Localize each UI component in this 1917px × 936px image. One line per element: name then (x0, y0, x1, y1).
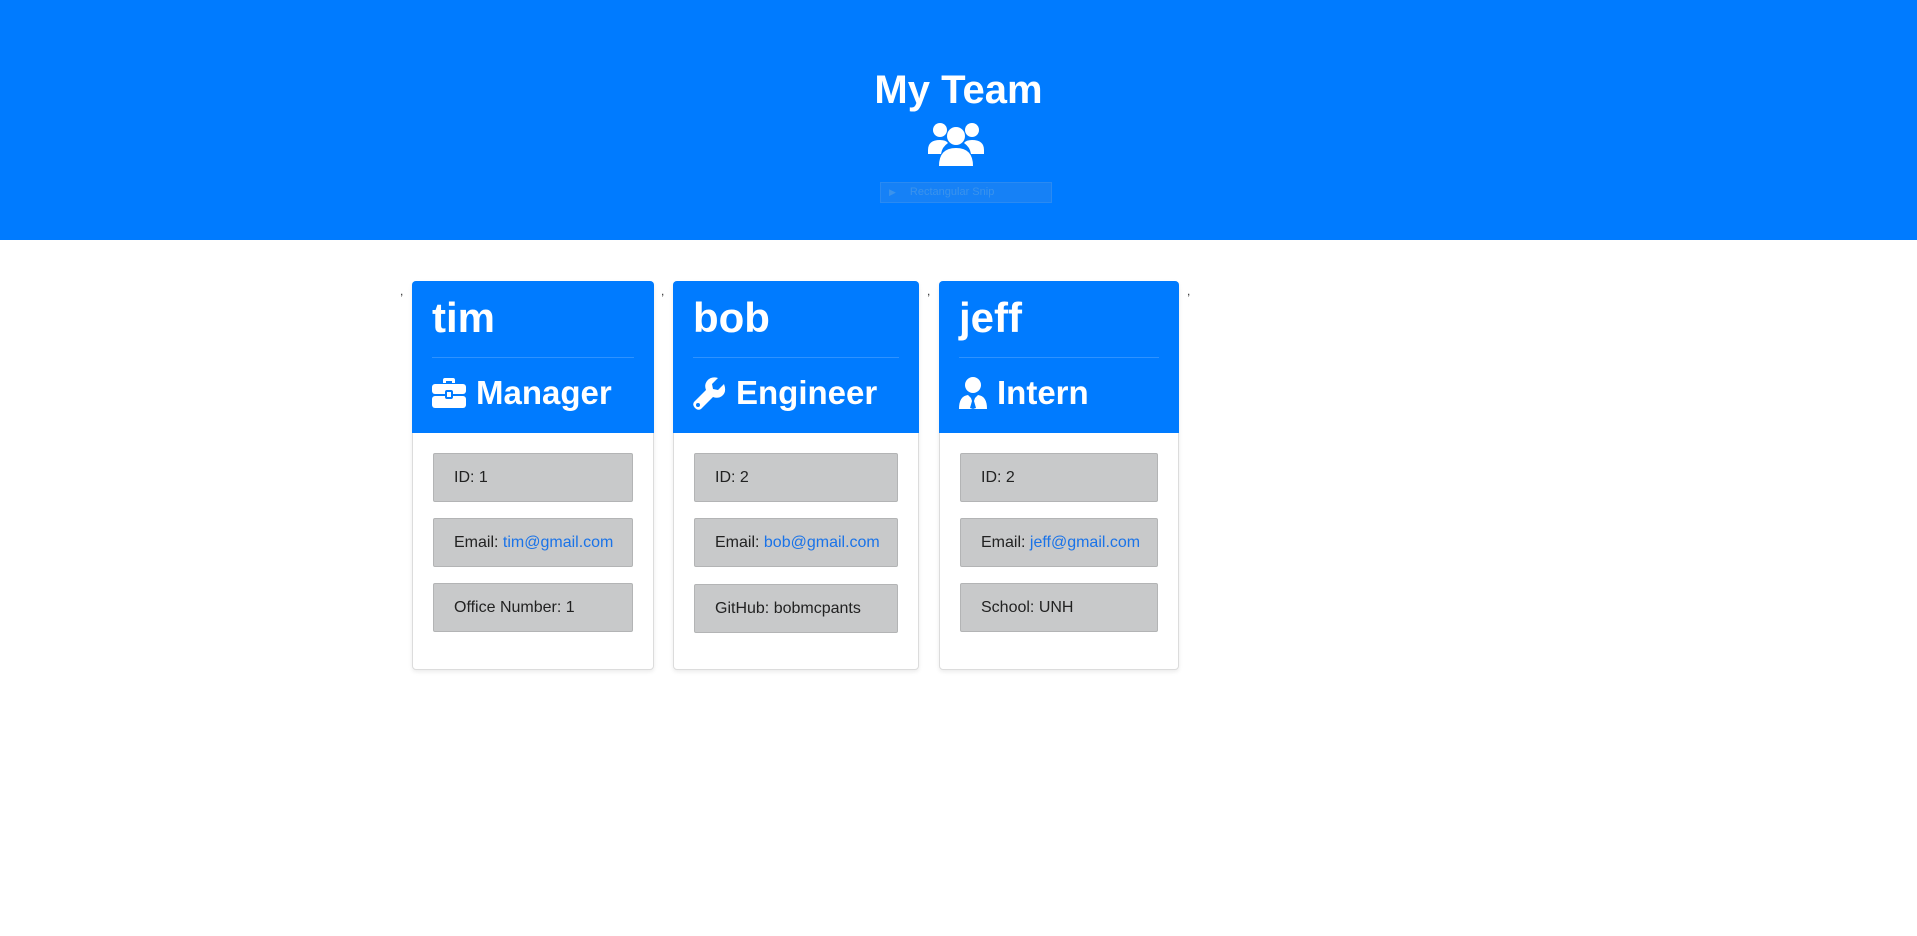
wrench-icon (693, 376, 726, 410)
employee-role: Engineer (693, 373, 877, 413)
employee-id: ID: 1 (433, 453, 633, 502)
card-header: tim Manager (412, 281, 654, 433)
employee-github: GitHub: bobmcpants (694, 584, 898, 633)
card-header: bob Engineer (673, 281, 919, 433)
employee-role-label: Engineer (736, 374, 878, 411)
employee-card-engineer: bob Engineer ID: 2 Email: bob@gmail.com … (673, 281, 919, 670)
page-title: My Team (874, 68, 1043, 112)
employee-role: Manager (432, 373, 612, 413)
employee-id: ID: 2 (960, 453, 1158, 502)
email-link[interactable]: bob@gmail.com (764, 534, 880, 551)
user-tie-icon (959, 377, 987, 409)
employee-name: bob (693, 294, 770, 341)
email-label: Email: (715, 534, 764, 551)
snip-toolbar-overlay[interactable]: ▶ Rectangular Snip (880, 182, 1052, 203)
employee-card-manager: tim Manager ID: 1 Email: tim@gmail.com O… (412, 281, 654, 670)
email-label: Email: (981, 534, 1030, 551)
card-header: jeff Intern (939, 281, 1179, 433)
employee-email: Email: jeff@gmail.com (960, 518, 1158, 567)
page-header: My Team ▶ Rectangular Snip (0, 0, 1917, 240)
email-link[interactable]: tim@gmail.com (503, 534, 613, 551)
separator-mark: , (661, 284, 665, 298)
divider (959, 357, 1159, 358)
employee-name: jeff (959, 294, 1022, 341)
employee-name: tim (432, 294, 495, 341)
divider (432, 357, 634, 358)
users-icon (928, 123, 984, 166)
briefcase-icon (432, 378, 466, 408)
employee-email: Email: bob@gmail.com (694, 518, 898, 567)
employee-role-label: Intern (997, 374, 1089, 411)
separator-mark: , (400, 284, 404, 298)
separator-mark: , (1187, 284, 1191, 298)
employee-school: School: UNH (960, 583, 1158, 632)
separator-mark: , (927, 284, 931, 298)
divider (693, 357, 899, 358)
employee-role-label: Manager (476, 374, 612, 411)
employee-id: ID: 2 (694, 453, 898, 502)
play-icon: ▶ (889, 187, 896, 197)
email-label: Email: (454, 534, 503, 551)
snip-toolbar-label: Rectangular Snip (909, 186, 995, 198)
employee-card-intern: jeff Intern ID: 2 Email: jeff@gmail.com … (939, 281, 1179, 670)
email-link[interactable]: jeff@gmail.com (1030, 534, 1140, 551)
employee-email: Email: tim@gmail.com (433, 518, 633, 567)
employee-role: Intern (959, 373, 1089, 413)
employee-office-number: Office Number: 1 (433, 583, 633, 632)
